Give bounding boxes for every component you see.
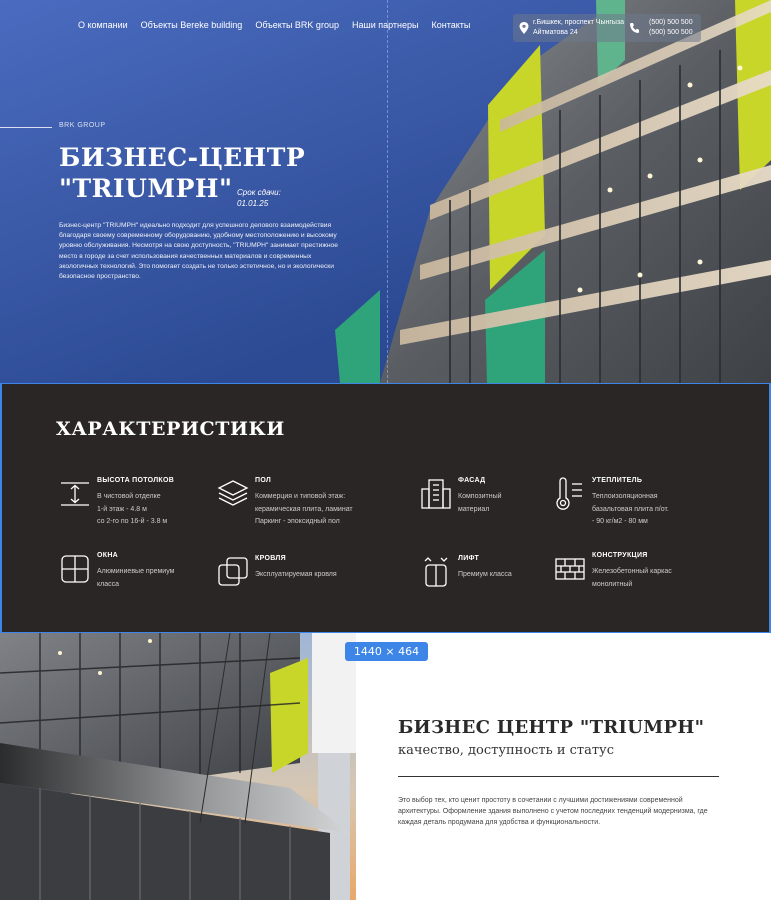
brick-wall-icon — [555, 558, 585, 580]
feature-construction: КОНСТРУКЦИЯ Железобетонный каркас монолит… — [553, 552, 672, 591]
feature-name: ЛИФТ — [458, 555, 480, 562]
feature-desc: В чистовой отделке 1-й этаж - 4.8 м со 2-г… — [97, 493, 168, 525]
feature-desc: Эксплуатируемая кровля — [255, 571, 337, 578]
phone-icon — [630, 23, 639, 33]
hero-section: О компании Объекты Bereke building Объек… — [0, 0, 771, 383]
feature-desc: Железобетонный каркас монолитный — [592, 568, 672, 588]
nav-item-partners[interactable]: Наши партнеры — [352, 20, 419, 30]
feature-windows: ОКНА Алюминиевые премиум класса — [58, 552, 174, 591]
features-section: ХАРАКТЕРИСТИКИ ВЫСОТА ПОТОЛКОВ В чистово… — [0, 383, 771, 633]
feature-insulation: УТЕПЛИТЕЛЬ Теплоизоляционная базальтовая … — [553, 477, 669, 529]
phone-number-1[interactable]: (500) 500 500 — [649, 19, 693, 26]
contact-box: г.Бишкек, проспект Чынгыза Айтматова 24 … — [513, 14, 701, 42]
deadline-label: Срок сдачи: — [237, 188, 281, 197]
hero-description: Бизнес-центр "TRIUMPH" идеально подходит… — [59, 222, 338, 281]
feature-name: КРОВЛЯ — [255, 555, 286, 562]
contact-address[interactable]: г.Бишкек, проспект Чынгыза Айтматова 24 — [533, 18, 625, 38]
feature-roof: КРОВЛЯ Эксплуатируемая кровля — [216, 555, 337, 589]
feature-elevator: ЛИФТ Премиум класса — [419, 555, 512, 589]
about-divider — [398, 776, 719, 777]
feature-name: ФАСАД — [458, 477, 486, 484]
frame-size-badge: 1440 × 464 — [345, 642, 428, 661]
feature-floor: ПОЛ Коммерция и типовой этаж: керамическа… — [216, 477, 353, 529]
feature-desc: Алюминиевые премиум класса — [97, 568, 175, 588]
feature-ceiling-height: ВЫСОТА ПОТОЛКОВ В чистовой отделке 1-й эт… — [58, 477, 174, 529]
main-nav: О компании Объекты Bereke building Объек… — [78, 20, 470, 30]
contact-phones: (500) 500 500 (500) 500 500 — [649, 18, 693, 38]
feature-desc: Теплоизоляционная базальтовая плита п/от.… — [592, 493, 669, 525]
nav-item-bereke-objects[interactable]: Объекты Bereke building — [141, 20, 243, 30]
phone-number-2[interactable]: (500) 500 500 — [649, 29, 693, 36]
nav-item-about[interactable]: О компании — [78, 20, 128, 30]
feature-name: КОНСТРУКЦИЯ — [592, 552, 648, 559]
feature-desc: Композитный материал — [458, 493, 502, 513]
nav-item-brk-objects[interactable]: Объекты BRK group — [255, 20, 339, 30]
feature-name: ВЫСОТА ПОТОЛКОВ — [97, 477, 175, 484]
about-section: БИЗНЕС ЦЕНТР "TRIUMPH" качество, доступн… — [0, 633, 771, 900]
roof-icon — [218, 557, 248, 586]
brand-divider — [0, 127, 52, 128]
feature-name: ПОЛ — [255, 477, 272, 484]
feature-name: ОКНА — [97, 552, 119, 559]
deadline: Срок сдачи: 01.01.25 — [237, 187, 281, 209]
feature-name: УТЕПЛИТЕЛЬ — [592, 477, 643, 484]
window-icon — [61, 555, 89, 583]
building-entrance-photo — [0, 633, 356, 900]
features-title: ХАРАКТЕРИСТИКИ — [56, 418, 285, 440]
facade-building-icon — [421, 479, 451, 509]
location-pin-icon — [519, 22, 529, 34]
brand-label: BRK GROUP — [59, 122, 106, 129]
about-text: Это выбор тех, кто ценит простоту в соче… — [398, 797, 708, 826]
thermometer-icon — [556, 477, 582, 510]
nav-item-contacts[interactable]: Контакты — [431, 20, 470, 30]
about-subtitle: качество, доступность и статус — [398, 743, 614, 758]
floor-layers-icon — [217, 480, 249, 506]
elevator-icon — [424, 557, 448, 587]
deadline-date: 01.01.25 — [237, 199, 269, 208]
feature-desc: Коммерция и типовой этаж: керамическая пл… — [255, 493, 353, 525]
feature-desc: Премиум класса — [458, 571, 512, 578]
about-title: БИЗНЕС ЦЕНТР "TRIUMPH" — [398, 717, 705, 738]
layout-guide-line — [387, 0, 388, 383]
feature-facade: ФАСАД Композитный материал — [419, 477, 502, 516]
ceiling-height-icon — [61, 482, 89, 506]
